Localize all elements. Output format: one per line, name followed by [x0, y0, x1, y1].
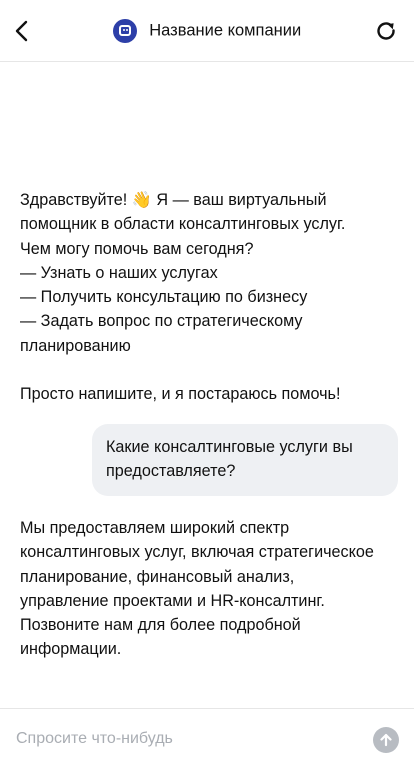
send-button[interactable]	[373, 727, 399, 753]
company-name: Название компании	[149, 21, 302, 40]
refresh-button[interactable]	[374, 19, 398, 43]
chat-bot-icon	[112, 19, 137, 43]
greeting-text: Здравствуйте! 👋 Я — ваш виртуальный помо…	[20, 191, 346, 258]
option-services: — Узнать о наших услугах	[20, 263, 218, 282]
option-strategy-question: — Задать вопрос по стратегическому плани…	[20, 312, 303, 355]
refresh-icon	[377, 22, 395, 40]
bot-greeting-message: Здравствуйте! 👋 Я — ваш виртуальный помо…	[20, 188, 380, 407]
chat-header: Название компании	[0, 0, 414, 62]
user-message-bubble: Какие консалтинговые услуги вы предостав…	[92, 424, 398, 496]
message-composer	[0, 708, 414, 770]
arrow-up-icon	[380, 733, 392, 747]
message-input[interactable]	[16, 721, 356, 757]
chat-thread: Здравствуйте! 👋 Я — ваш виртуальный помо…	[0, 62, 414, 708]
bot-answer-message: Мы предоставляем широкий спектр консалти…	[20, 519, 374, 659]
option-consultation: — Получить консультацию по бизнесу	[20, 288, 308, 307]
greeting-closing: Просто напишите, и я постараюсь помочь!	[20, 385, 341, 404]
company-brand: Название компании	[0, 19, 414, 43]
